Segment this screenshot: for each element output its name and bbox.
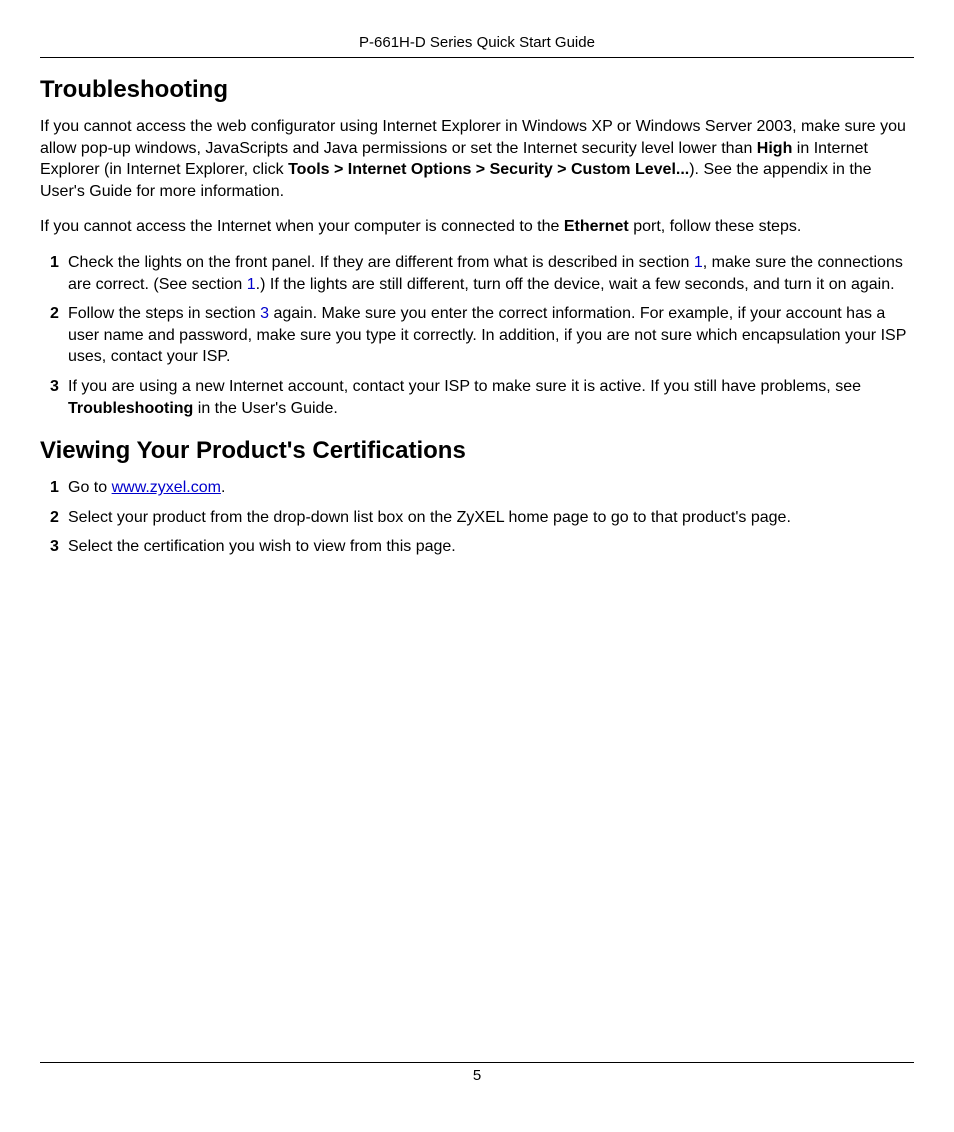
zyxel-link[interactable]: www.zyxel.com [112, 479, 221, 496]
cross-reference[interactable]: 3 [260, 305, 269, 322]
text: . [221, 479, 225, 496]
bold-text: Tools > Internet Options > Security > Cu… [288, 161, 689, 178]
bold-text: Ethernet [564, 218, 629, 235]
heading-certifications: Viewing Your Product's Certifications [40, 437, 914, 465]
header-rule [40, 57, 914, 58]
bold-text: High [757, 140, 793, 157]
bold-text: Troubleshooting [68, 400, 193, 417]
text: Follow the steps in section [68, 305, 260, 322]
document-page: P-661H-D Series Quick Start Guide Troubl… [0, 0, 954, 1132]
text: Select your product from the drop-down l… [68, 509, 791, 526]
cross-reference[interactable]: 1 [247, 276, 256, 293]
item-number: 3 [50, 376, 59, 398]
text: Go to [68, 479, 112, 496]
text: in the User's Guide. [193, 400, 337, 417]
text: port, follow these steps. [629, 218, 802, 235]
text: .) If the lights are still different, tu… [256, 276, 895, 293]
item-number: 1 [50, 477, 59, 499]
list-item: 3 Select the certification you wish to v… [40, 536, 914, 558]
list-item: 1 Check the lights on the front panel. I… [40, 252, 914, 295]
list-item: 2 Select your product from the drop-down… [40, 507, 914, 529]
text: Select the certification you wish to vie… [68, 538, 456, 555]
page-footer: 5 [40, 1062, 914, 1084]
item-number: 2 [50, 303, 59, 325]
list-item: 2 Follow the steps in section 3 again. M… [40, 303, 914, 368]
text: Check the lights on the front panel. If … [68, 254, 694, 271]
cross-reference[interactable]: 1 [694, 254, 703, 271]
list-item: 3 If you are using a new Internet accoun… [40, 376, 914, 419]
text: If you are using a new Internet account,… [68, 378, 861, 395]
running-header: P-661H-D Series Quick Start Guide [40, 34, 914, 51]
item-number: 2 [50, 507, 59, 529]
item-number: 3 [50, 536, 59, 558]
list-item: 1 Go to www.zyxel.com. [40, 477, 914, 499]
text: If you cannot access the Internet when y… [40, 218, 564, 235]
footer-rule [40, 1062, 914, 1063]
paragraph: If you cannot access the web configurato… [40, 116, 914, 202]
heading-troubleshooting: Troubleshooting [40, 76, 914, 104]
item-number: 1 [50, 252, 59, 274]
certifications-steps: 1 Go to www.zyxel.com. 2 Select your pro… [40, 477, 914, 558]
troubleshooting-steps: 1 Check the lights on the front panel. I… [40, 252, 914, 419]
page-number: 5 [40, 1067, 914, 1084]
paragraph: If you cannot access the Internet when y… [40, 216, 914, 238]
